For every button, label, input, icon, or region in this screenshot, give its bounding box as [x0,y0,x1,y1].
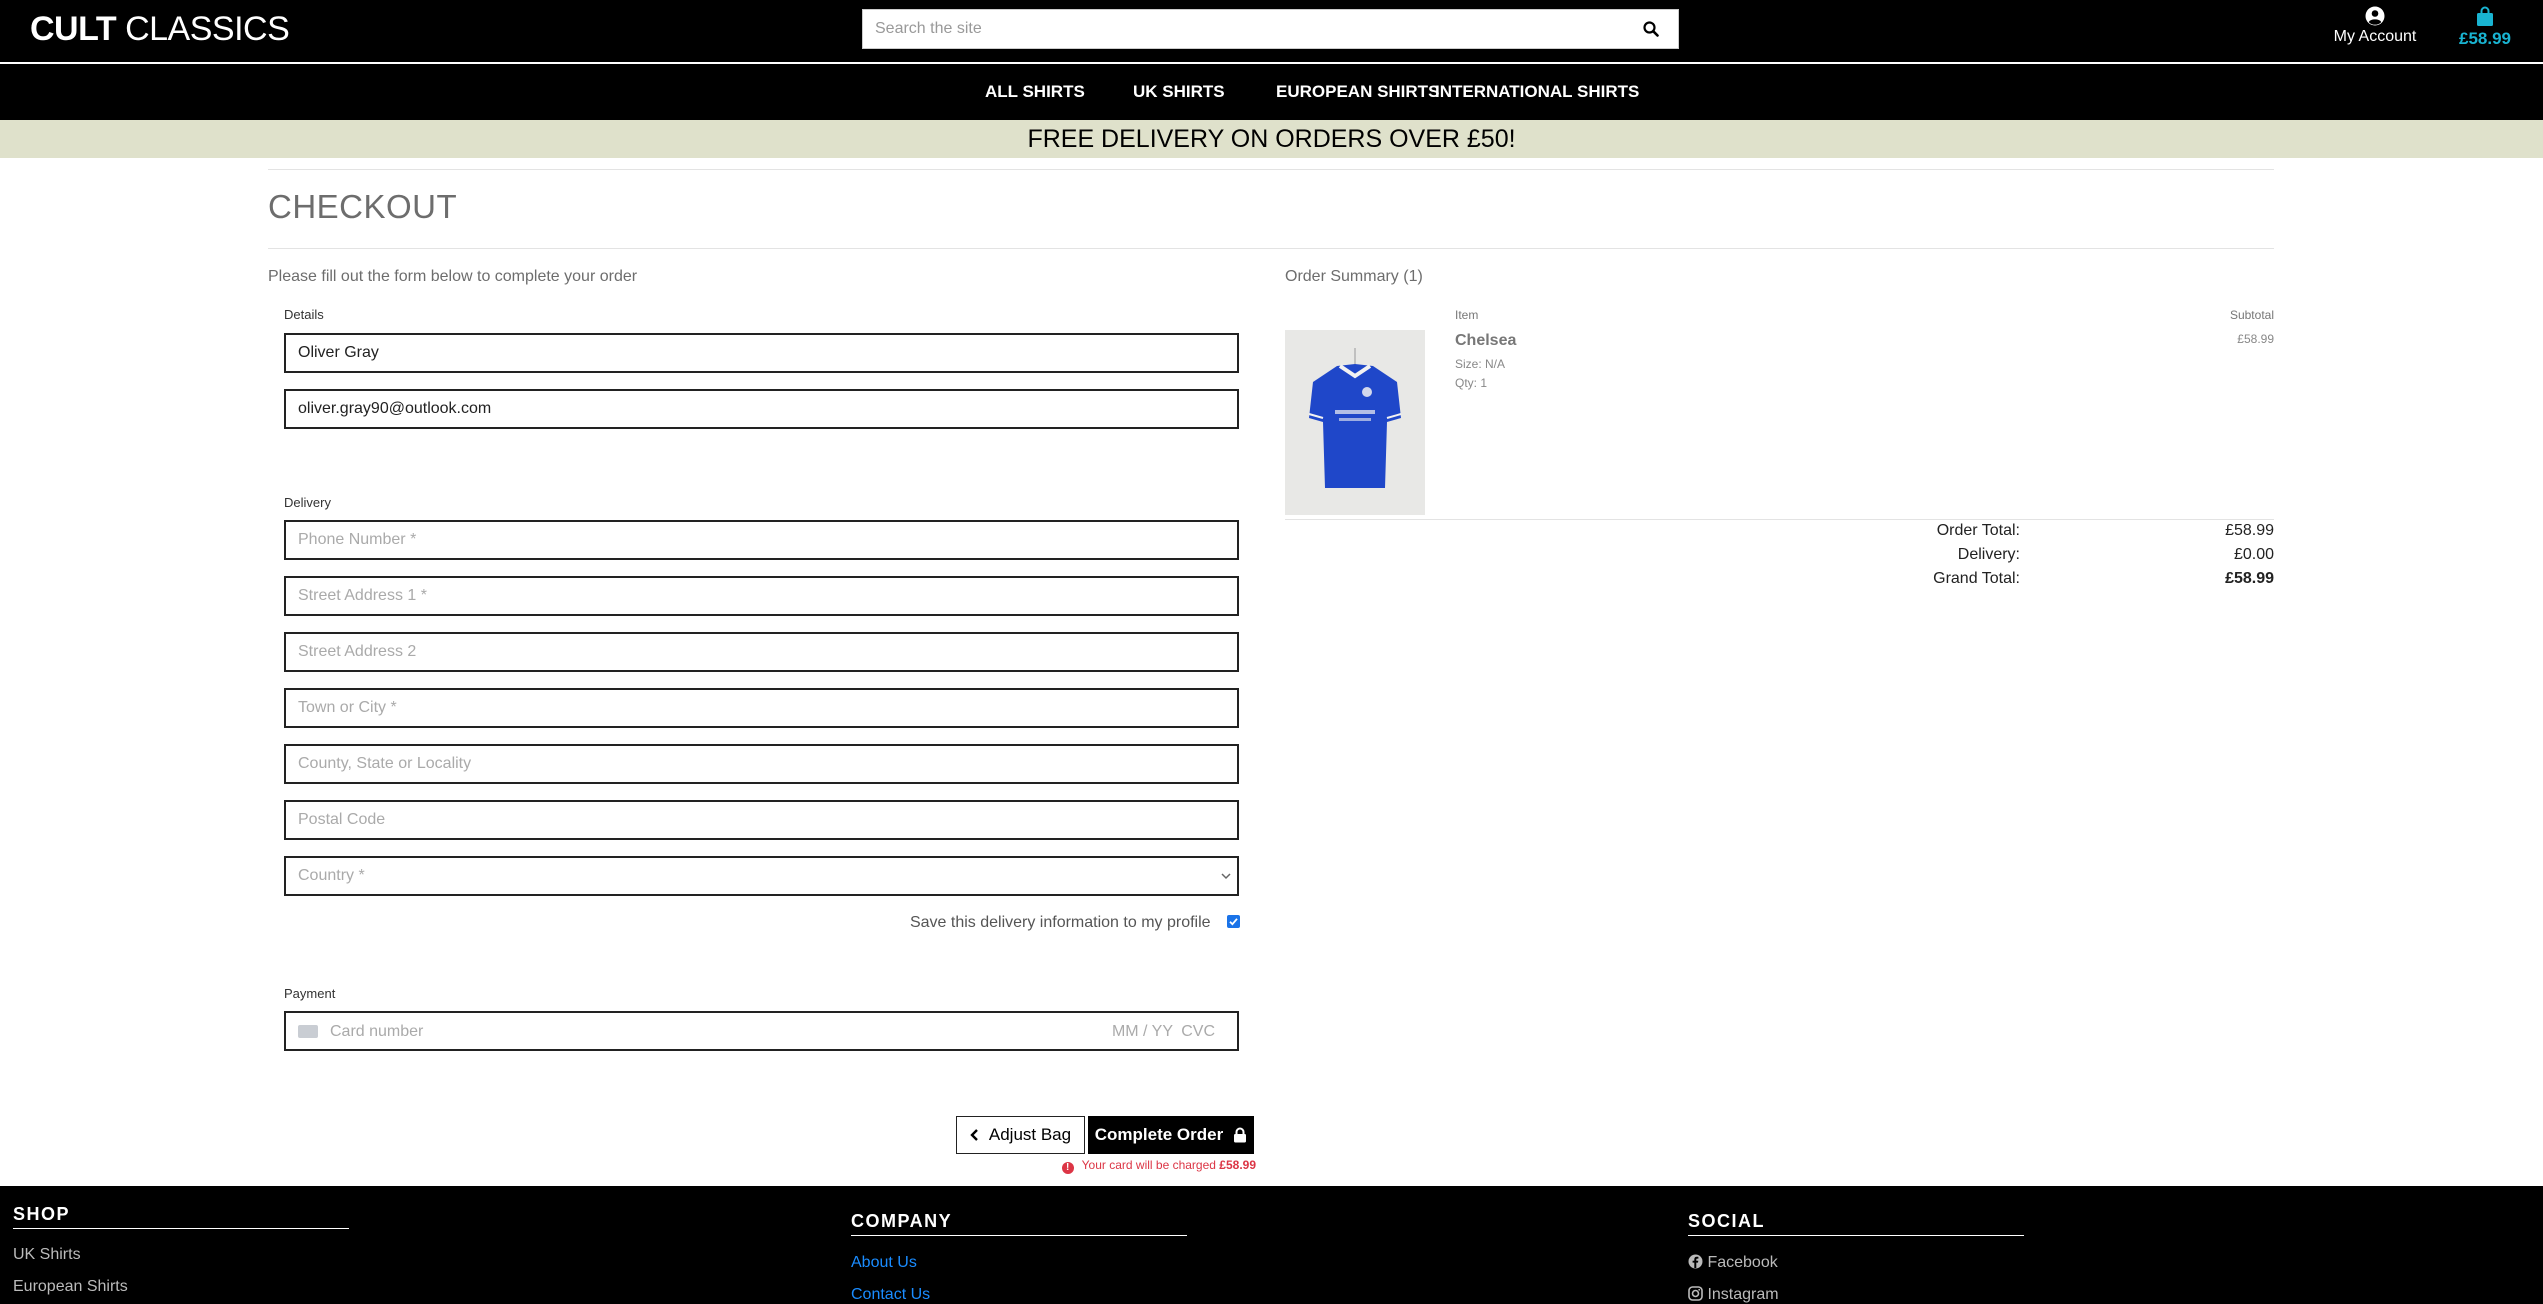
search-input[interactable] [863,10,1623,48]
top-header: CULT CLASSICS My Account £58.99 [0,0,2543,62]
phone-input[interactable] [286,522,1237,558]
shopping-bag-icon [2477,6,2493,26]
credit-card-icon [298,1025,318,1038]
save-info-row: Save this delivery information to my pro… [900,914,1240,932]
grand-total-label: Grand Total: [1933,570,2020,587]
nav-international-shirts[interactable]: INTERNATIONAL SHIRTS [1435,82,1639,102]
logo-rest-text: CLASSICS [116,10,290,48]
page-title: CHECKOUT [268,188,458,225]
exclamation-circle-icon: ! [1061,1162,1074,1174]
summary-rule [1285,519,2274,520]
chevron-down-icon [1221,873,1231,880]
footer-link-contact-us[interactable]: Contact Us [851,1286,930,1304]
nav-european-shirts[interactable]: EUROPEAN SHIRTS [1276,82,1439,102]
footer-link-uk-shirts[interactable]: UK Shirts [13,1246,81,1264]
phone-field [284,520,1239,560]
product-image[interactable] [1285,330,1425,515]
save-info-label: Save this delivery information to my pro… [909,914,1211,931]
footer-link-about-us[interactable]: About Us [851,1254,917,1272]
charge-warning: ! Your card will be charged £58.99 [1052,1158,1256,1174]
email-field [284,389,1239,429]
street-address-2-input[interactable] [286,634,1237,670]
full-name-input[interactable] [286,335,1237,371]
street2-field [284,632,1239,672]
search-button[interactable] [1624,10,1678,48]
adjust-bag-button[interactable]: Adjust Bag [956,1116,1085,1154]
product-subtotal: £58.99 [2237,332,2274,346]
search-icon [1643,21,1659,37]
complete-order-button[interactable]: Complete Order [1088,1116,1254,1154]
user-circle-icon [2365,6,2385,26]
charge-text: Your card will be charged [1081,1158,1216,1172]
order-total-label: Order Total: [1936,522,2020,539]
town-city-input[interactable] [286,690,1237,726]
payment-label: Payment [284,986,336,1001]
full-name-field [284,333,1239,373]
logo-bold-text: CULT [30,10,117,48]
adjust-bag-label: Adjust Bag [988,1125,1072,1144]
delivery-cost-value: £0.00 [2233,546,2274,563]
street1-field [284,576,1239,616]
card-number-placeholder: Card number [330,1023,424,1040]
product-size: Size: N/A [1455,357,1506,371]
shopping-bag-link[interactable]: £58.99 [2450,6,2520,49]
postcode-field [284,800,1239,840]
delivery-cost-label: Delivery: [1957,546,2020,563]
footer-social-rule [1688,1235,2024,1236]
email-input[interactable] [286,391,1237,427]
footer-company-heading: COMPANY [851,1211,953,1231]
col-subtotal-header: Subtotal [2229,308,2274,322]
main-nav: ALL SHIRTS UK SHIRTS EUROPEAN SHIRTS INT… [0,64,2543,120]
card-expiry-placeholder: MM / YY [1111,1023,1173,1040]
nav-all-shirts[interactable]: ALL SHIRTS [985,82,1085,102]
col-item-header: Item [1455,308,1479,322]
instagram-label: Instagram [1707,1286,1779,1303]
town-field [284,688,1239,728]
facebook-icon [1688,1254,1703,1269]
shirt-image [1308,348,1402,488]
card-cvc-placeholder: CVC [1181,1023,1215,1040]
grand-total-value: £58.99 [2225,570,2274,587]
lock-icon [1234,1127,1247,1143]
title-bottom-rule [268,248,2274,249]
county-field [284,744,1239,784]
order-summary-title: Order Summary (1) [1285,268,1423,285]
instagram-icon [1688,1286,1703,1301]
checkmark-icon [1229,918,1238,926]
charge-amount: £58.99 [1219,1158,1256,1172]
chevron-left-icon [970,1129,978,1141]
footer-social-heading: SOCIAL [1688,1211,1766,1231]
footer-shop-heading: SHOP [13,1204,71,1224]
postal-code-input[interactable] [286,802,1237,838]
delivery-label: Delivery [284,495,331,510]
product-qty: Qty: 1 [1455,376,1488,390]
nav-uk-shirts[interactable]: UK SHIRTS [1133,82,1225,102]
street-address-1-input[interactable] [286,578,1237,614]
free-delivery-banner: FREE DELIVERY ON ORDERS OVER £50! [0,120,2543,158]
facebook-label: Facebook [1707,1254,1778,1271]
product-name: Chelsea [1455,332,1517,349]
footer-link-facebook[interactable]: Facebook [1688,1254,1778,1272]
card-element[interactable]: Card number MM / YY CVC [284,1011,1239,1051]
country-field: Country * [284,856,1239,896]
site-footer: SHOP UK Shirts European Shirts COMPANY A… [0,1186,2543,1304]
details-label: Details [284,307,324,322]
footer-link-instagram[interactable]: Instagram [1688,1286,1779,1304]
country-select-value: Country * [298,867,365,884]
footer-link-european-shirts[interactable]: European Shirts [13,1278,128,1296]
county-input[interactable] [286,746,1237,782]
site-logo[interactable]: CULT CLASSICS [30,10,290,49]
checkout-intro: Please fill out the form below to comple… [268,268,638,285]
save-info-checkbox[interactable] [1227,915,1240,928]
order-total-value: £58.99 [2225,522,2274,539]
my-account-link[interactable]: My Account [2325,6,2425,46]
footer-company-rule [851,1235,1187,1236]
footer-shop-rule [13,1228,349,1229]
bag-total: £58.99 [2459,29,2511,48]
title-top-rule [268,169,2274,170]
my-account-label: My Account [2333,28,2417,45]
country-select[interactable]: Country * [286,858,1237,894]
complete-order-label: Complete Order [1094,1125,1224,1144]
search-bar [862,9,1679,49]
